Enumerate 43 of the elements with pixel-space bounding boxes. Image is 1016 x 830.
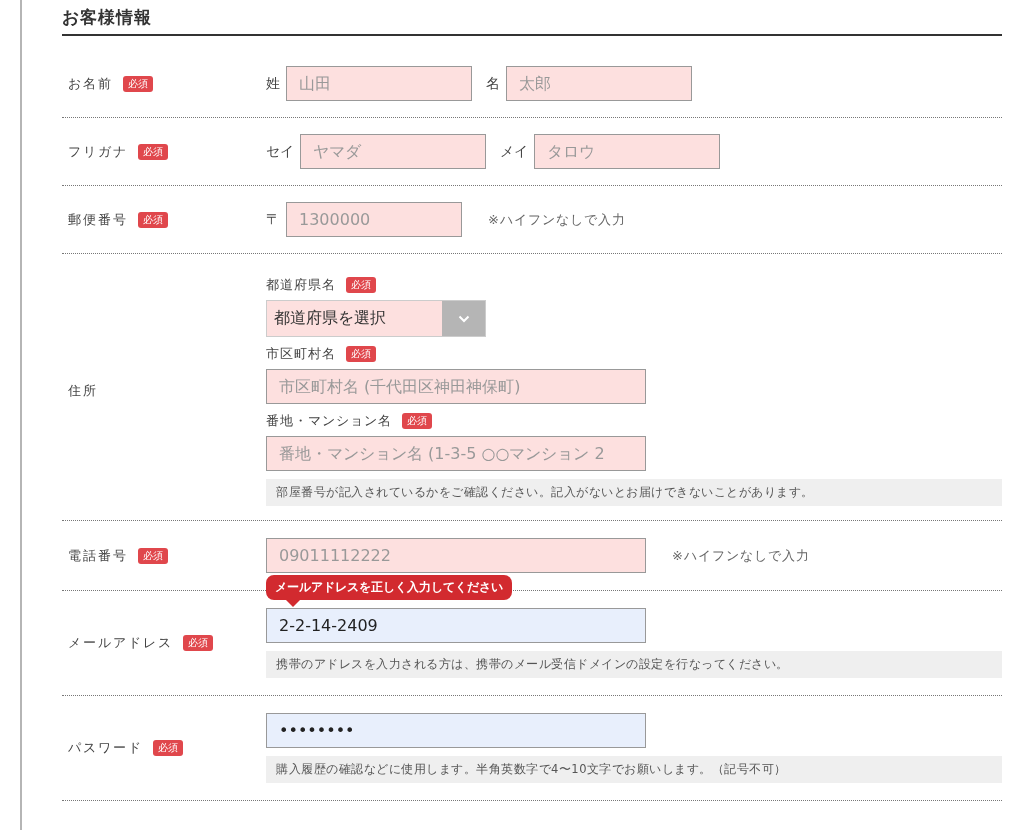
input-field[interactable]: 山田 — [286, 66, 472, 101]
required-badge: 必須 — [346, 346, 376, 362]
field-label: フリガナ — [68, 142, 128, 161]
field-label: 電話番号 — [68, 546, 128, 565]
required-badge: 必須 — [138, 547, 168, 564]
required-badge: 必須 — [402, 413, 432, 429]
hint-text: 購入履歴の確認などに使用します。半角英数字で4〜10文字でお願いします。（記号不可） — [266, 756, 1002, 783]
chevron-down-icon — [457, 314, 470, 323]
section-title: お客様情報 — [62, 0, 1002, 36]
required-badge: 必須 — [183, 635, 213, 651]
hint-text: 携帯のアドレスを入力される方は、携帯のメール受信ドメインの設定を行なってください。 — [266, 651, 1002, 678]
input-field[interactable]: •••••••• — [266, 713, 646, 748]
field-note: ※ハイフンなしで入力 — [488, 210, 626, 229]
field-label: パスワード — [68, 739, 143, 757]
field-prefix: 〒 — [266, 210, 280, 229]
field-label: 番地・マンション名 — [266, 412, 392, 430]
prefecture-select[interactable]: 都道府県を選択 — [266, 300, 486, 337]
error-tooltip: メールアドレスを正しく入力してください — [266, 575, 512, 607]
hint-text: 部屋番号が記入されているかをご確認ください。記入がないとお届けできないことがあります。 — [266, 479, 1002, 506]
input-field[interactable]: 番地・マンション名 (1-3-5 ○○マンション 2 — [266, 436, 646, 471]
required-badge: 必須 — [138, 143, 168, 160]
required-badge: 必須 — [138, 211, 168, 228]
input-field[interactable]: 2-2-14-2409 — [266, 608, 646, 643]
input-field[interactable]: 太郎 — [506, 66, 692, 101]
field-label: 住所 — [68, 382, 98, 400]
input-field[interactable]: 1300000 — [286, 202, 462, 237]
field-label: 都道府県名 — [266, 276, 336, 294]
field-prefix: セイ — [266, 142, 294, 161]
field-prefix: 姓 — [266, 74, 280, 93]
input-field[interactable]: タロウ — [534, 134, 720, 169]
field-label: メールアドレス — [68, 634, 173, 652]
required-badge: 必須 — [123, 75, 153, 92]
field-label: 郵便番号 — [68, 210, 128, 229]
field-prefix: メイ — [500, 142, 528, 161]
required-badge: 必須 — [346, 277, 376, 293]
field-label: お名前 — [68, 74, 113, 93]
input-field[interactable]: 09011112222 — [266, 538, 646, 573]
input-field[interactable]: 市区町村名 (千代田区神田神保町) — [266, 369, 646, 404]
input-field[interactable]: ヤマダ — [300, 134, 486, 169]
required-badge: 必須 — [153, 740, 183, 756]
field-label: 市区町村名 — [266, 345, 336, 363]
field-prefix: 名 — [486, 74, 500, 93]
field-note: ※ハイフンなしで入力 — [672, 546, 810, 565]
